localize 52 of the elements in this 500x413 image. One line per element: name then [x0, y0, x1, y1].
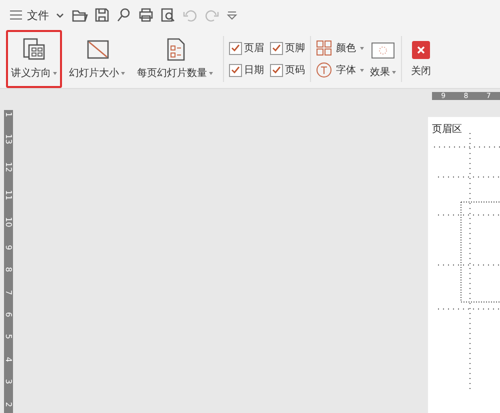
ruler-number: 12: [4, 162, 13, 172]
ruler-number: 5: [4, 334, 13, 340]
caret-icon: [121, 72, 125, 74]
save-icon[interactable]: [94, 7, 110, 23]
ribbon-button[interactable]: 每页幻灯片数量: [132, 30, 218, 88]
dropdown-button[interactable]: 字体: [316, 62, 364, 78]
checkbox[interactable]: 日期: [229, 63, 264, 77]
checkbox-box[interactable]: [229, 64, 242, 76]
slide-size-icon: [85, 38, 109, 61]
dropdown-button[interactable]: 颜色: [316, 40, 364, 56]
ruler-number: 1: [4, 112, 13, 118]
checkbox-box[interactable]: [270, 42, 283, 54]
header-area-label: 页眉区: [432, 123, 462, 136]
caret-icon: [392, 70, 396, 74]
ruler-number: 2: [4, 402, 13, 407]
checkbox[interactable]: 页眉: [229, 41, 264, 55]
search-icon[interactable]: [116, 7, 132, 23]
checkbox-label: 页眉: [244, 42, 264, 55]
caret-icon: [209, 72, 213, 74]
checkbox-label: 页码: [285, 64, 305, 77]
checkbox[interactable]: 页脚: [270, 41, 305, 55]
ruler-number: 11: [4, 190, 13, 200]
customize-icon[interactable]: [226, 9, 238, 21]
ruler-number: 4: [4, 356, 13, 362]
caret-icon: [360, 68, 364, 72]
checkbox-label: 页脚: [285, 42, 305, 55]
layout-icon: [22, 38, 46, 61]
ruler-number: 6: [4, 312, 13, 318]
printer-icon[interactable]: [138, 7, 154, 23]
ruler-number: 7: [4, 290, 13, 295]
checkbox[interactable]: 页码: [270, 63, 305, 77]
ruler-number: 8: [4, 267, 13, 272]
color-scheme-icon: [316, 40, 332, 56]
print-preview-icon[interactable]: [160, 7, 176, 23]
checkbox-box[interactable]: [270, 64, 283, 76]
menu-icon: [10, 10, 22, 20]
file-menu[interactable]: 文件: [10, 8, 49, 22]
ribbon-button[interactable]: 幻灯片大小: [64, 30, 130, 88]
ruler-number: 13: [4, 134, 13, 145]
ribbon-button[interactable]: 讲义方向: [6, 30, 62, 88]
caret-icon: [53, 72, 57, 74]
effects-icon: [371, 42, 395, 59]
font-icon: [316, 62, 332, 78]
ruler-number: 9: [4, 244, 13, 250]
ruler-number: 10: [4, 217, 13, 228]
checkbox-box[interactable]: [229, 42, 242, 54]
close-icon: [412, 40, 430, 58]
caret-icon: [360, 46, 364, 50]
checkbox-label: 日期: [244, 64, 264, 77]
ruler-number: 3: [4, 379, 13, 384]
effects-button[interactable]: 效果: [370, 39, 396, 79]
close-button[interactable]: 关闭: [407, 30, 435, 88]
